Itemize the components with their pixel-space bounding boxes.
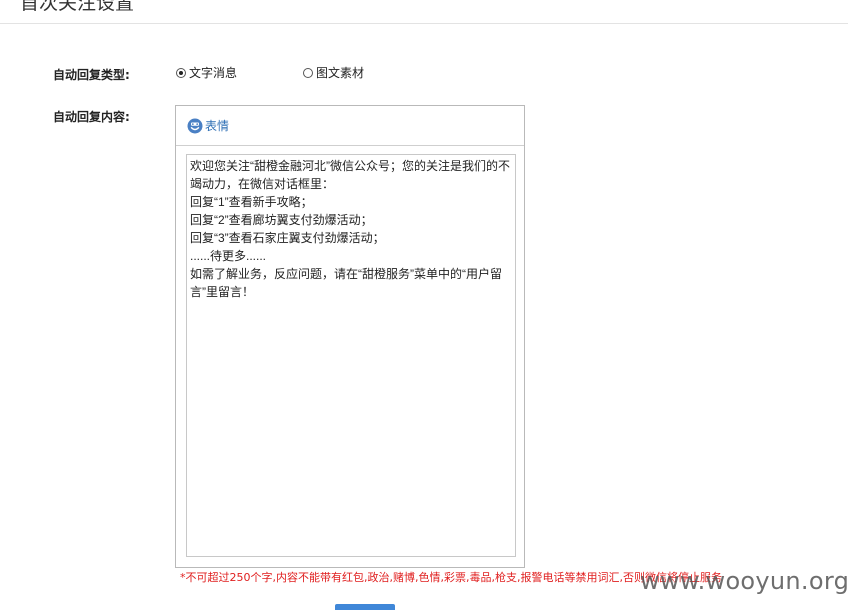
radio-text-message-label: 文字消息 (189, 66, 238, 80)
radio-checked-icon[interactable] (176, 68, 186, 78)
title-divider (0, 23, 848, 24)
radio-news-material[interactable]: 图文素材 (303, 65, 364, 81)
radio-text-message[interactable]: 文字消息 (176, 65, 237, 81)
editor-toolbar: 表情 (176, 106, 524, 146)
watermark: www.wooyun.org (640, 567, 848, 595)
reply-editor: 表情 欢迎您关注“甜橙金融河北”微信公众号；您的关注是我们的不竭动力，在微信对话… (175, 105, 525, 568)
smiley-face-icon (187, 118, 203, 134)
emoji-button[interactable]: 表情 (187, 118, 229, 134)
save-button[interactable] (335, 604, 395, 610)
emoji-label: 表情 (205, 119, 230, 133)
reply-content-textarea[interactable]: 欢迎您关注“甜橙金融河北”微信公众号；您的关注是我们的不竭动力，在微信对话框里：… (186, 154, 516, 557)
page-title: 首次关注设置 (20, 0, 135, 14)
reply-type-label: 自动回复类型: (53, 68, 130, 82)
radio-unchecked-icon[interactable] (303, 68, 313, 78)
radio-news-material-label: 图文素材 (316, 66, 365, 80)
reply-content-label: 自动回复内容: (53, 110, 130, 124)
